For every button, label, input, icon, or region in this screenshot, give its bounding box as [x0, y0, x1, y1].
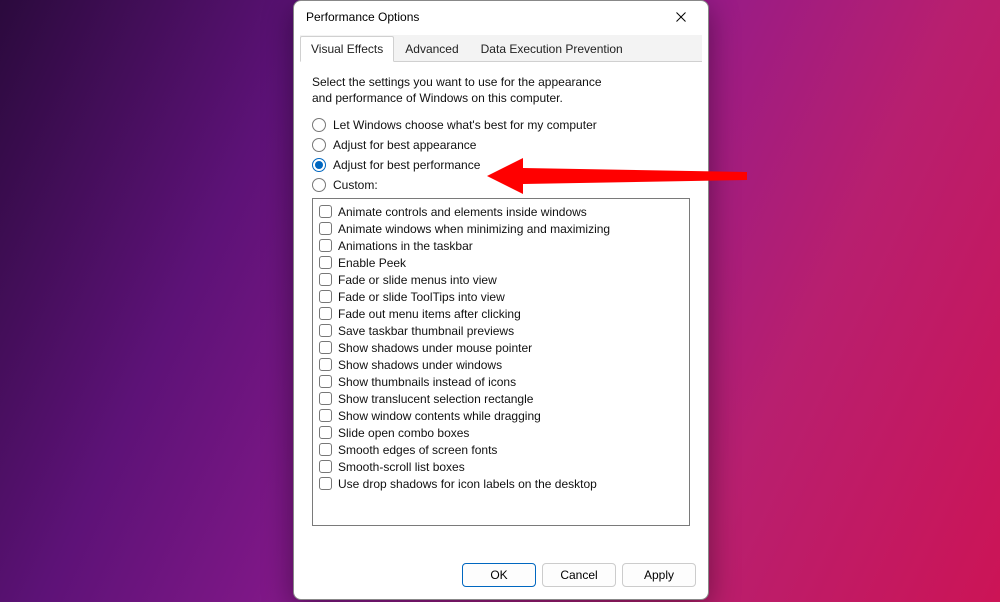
checklist-item[interactable]: Show shadows under mouse pointer [319, 339, 683, 356]
checklist-item[interactable]: Slide open combo boxes [319, 424, 683, 441]
tab-dep[interactable]: Data Execution Prevention [470, 36, 634, 62]
checklist-item[interactable]: Show translucent selection rectangle [319, 390, 683, 407]
checklist-item[interactable]: Show thumbnails instead of icons [319, 373, 683, 390]
radio-label: Let Windows choose what's best for my co… [333, 118, 597, 132]
titlebar: Performance Options [294, 1, 708, 33]
checkbox-icon [319, 426, 332, 439]
checklist-item-label: Show shadows under mouse pointer [338, 341, 532, 355]
checklist-item-label: Smooth-scroll list boxes [338, 460, 465, 474]
tab-bar: Visual Effects Advanced Data Execution P… [300, 35, 702, 62]
ok-button[interactable]: OK [462, 563, 536, 587]
description-text: Select the settings you want to use for … [312, 74, 612, 106]
visual-effects-checklist[interactable]: Animate controls and elements inside win… [312, 198, 690, 526]
tab-visual-effects[interactable]: Visual Effects [300, 36, 394, 62]
radio-icon [312, 118, 326, 132]
radio-group: Let Windows choose what's best for my co… [312, 118, 690, 192]
cancel-button[interactable]: Cancel [542, 563, 616, 587]
checklist-item[interactable]: Show window contents while dragging [319, 407, 683, 424]
checklist-item-label: Fade or slide menus into view [338, 273, 497, 287]
checkbox-icon [319, 324, 332, 337]
window-title: Performance Options [306, 10, 660, 24]
checklist-item-label: Animate controls and elements inside win… [338, 205, 587, 219]
checklist-item-label: Fade out menu items after clicking [338, 307, 521, 321]
checklist-item[interactable]: Animate controls and elements inside win… [319, 203, 683, 220]
checklist-item-label: Show shadows under windows [338, 358, 502, 372]
performance-options-dialog: Performance Options Visual Effects Advan… [293, 0, 709, 600]
checklist-item[interactable]: Smooth edges of screen fonts [319, 441, 683, 458]
checkbox-icon [319, 222, 332, 235]
checkbox-icon [319, 477, 332, 490]
checklist-item[interactable]: Use drop shadows for icon labels on the … [319, 475, 683, 492]
close-icon [676, 12, 686, 22]
checkbox-icon [319, 307, 332, 320]
checklist-item[interactable]: Fade or slide ToolTips into view [319, 288, 683, 305]
checklist-item-label: Fade or slide ToolTips into view [338, 290, 505, 304]
checkbox-icon [319, 409, 332, 422]
radio-icon [312, 178, 326, 192]
checklist-item[interactable]: Fade or slide menus into view [319, 271, 683, 288]
radio-best-appearance[interactable]: Adjust for best appearance [312, 138, 690, 152]
checklist-item-label: Show window contents while dragging [338, 409, 541, 423]
checkbox-icon [319, 460, 332, 473]
radio-best-performance[interactable]: Adjust for best performance [312, 158, 690, 172]
radio-custom[interactable]: Custom: [312, 178, 690, 192]
checklist-item-label: Slide open combo boxes [338, 426, 469, 440]
checklist-item[interactable]: Animate windows when minimizing and maxi… [319, 220, 683, 237]
apply-button[interactable]: Apply [622, 563, 696, 587]
checkbox-icon [319, 273, 332, 286]
checklist-item-label: Show translucent selection rectangle [338, 392, 533, 406]
radio-label: Adjust for best appearance [333, 138, 476, 152]
checklist-item[interactable]: Animations in the taskbar [319, 237, 683, 254]
checkbox-icon [319, 256, 332, 269]
checklist-item[interactable]: Fade out menu items after clicking [319, 305, 683, 322]
checkbox-icon [319, 375, 332, 388]
tab-advanced[interactable]: Advanced [394, 36, 469, 62]
checklist-item-label: Show thumbnails instead of icons [338, 375, 516, 389]
checklist-item-label: Enable Peek [338, 256, 406, 270]
checkbox-icon [319, 205, 332, 218]
checkbox-icon [319, 443, 332, 456]
checkbox-icon [319, 341, 332, 354]
checklist-item-label: Smooth edges of screen fonts [338, 443, 497, 457]
checklist-item[interactable]: Show shadows under windows [319, 356, 683, 373]
checkbox-icon [319, 239, 332, 252]
checkbox-icon [319, 392, 332, 405]
checklist-item-label: Animations in the taskbar [338, 239, 473, 253]
close-button[interactable] [660, 3, 702, 31]
checkbox-icon [319, 358, 332, 371]
radio-icon [312, 138, 326, 152]
checklist-item-label: Animate windows when minimizing and maxi… [338, 222, 610, 236]
dialog-footer: OK Cancel Apply [294, 553, 708, 599]
checkbox-icon [319, 290, 332, 303]
radio-icon [312, 158, 326, 172]
radio-let-windows-choose[interactable]: Let Windows choose what's best for my co… [312, 118, 690, 132]
checklist-item[interactable]: Save taskbar thumbnail previews [319, 322, 683, 339]
checklist-item-label: Use drop shadows for icon labels on the … [338, 477, 597, 491]
checklist-item[interactable]: Smooth-scroll list boxes [319, 458, 683, 475]
tab-content: Select the settings you want to use for … [294, 62, 708, 553]
radio-label: Custom: [333, 178, 378, 192]
checklist-item-label: Save taskbar thumbnail previews [338, 324, 514, 338]
radio-label: Adjust for best performance [333, 158, 480, 172]
checklist-item[interactable]: Enable Peek [319, 254, 683, 271]
